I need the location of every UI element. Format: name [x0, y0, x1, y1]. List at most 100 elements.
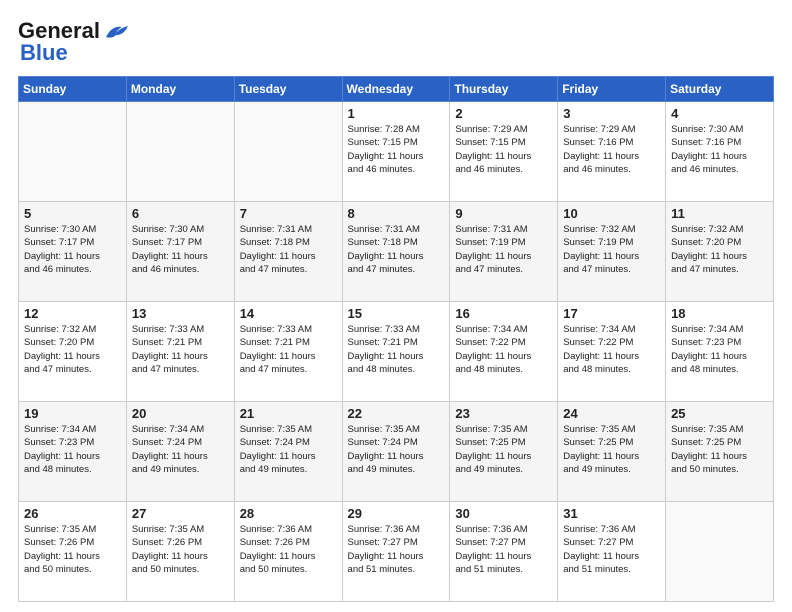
day-number: 30 [455, 506, 552, 521]
calendar-row-4: 26Sunrise: 7:35 AM Sunset: 7:26 PM Dayli… [19, 502, 774, 602]
day-info: Sunrise: 7:32 AM Sunset: 7:20 PM Dayligh… [24, 323, 121, 376]
day-info: Sunrise: 7:30 AM Sunset: 7:17 PM Dayligh… [132, 223, 229, 276]
day-info: Sunrise: 7:36 AM Sunset: 7:27 PM Dayligh… [348, 523, 445, 576]
day-info: Sunrise: 7:30 AM Sunset: 7:16 PM Dayligh… [671, 123, 768, 176]
day-number: 2 [455, 106, 552, 121]
calendar-cell: 9 Sunrise: 7:31 AM Sunset: 7:19 PM Daylig… [450, 202, 558, 302]
day-number: 25 [671, 406, 768, 421]
calendar-cell: 16 Sunrise: 7:34 AM Sunset: 7:22 PM Dayli… [450, 302, 558, 402]
calendar-cell: 28 Sunrise: 7:36 AM Sunset: 7:26 PM Dayli… [234, 502, 342, 602]
day-number: 8 [348, 206, 445, 221]
calendar-cell: 29 Sunrise: 7:36 AM Sunset: 7:27 PM Dayli… [342, 502, 450, 602]
calendar-cell: 17 Sunrise: 7:34 AM Sunset: 7:22 PM Dayli… [558, 302, 666, 402]
calendar-cell: 20 Sunrise: 7:34 AM Sunset: 7:24 PM Dayli… [126, 402, 234, 502]
day-info: Sunrise: 7:29 AM Sunset: 7:15 PM Dayligh… [455, 123, 552, 176]
day-number: 15 [348, 306, 445, 321]
weekday-header-friday: Friday [558, 77, 666, 102]
calendar-cell: 4 Sunrise: 7:30 AM Sunset: 7:16 PM Daylig… [666, 102, 774, 202]
day-info: Sunrise: 7:33 AM Sunset: 7:21 PM Dayligh… [348, 323, 445, 376]
day-info: Sunrise: 7:31 AM Sunset: 7:18 PM Dayligh… [348, 223, 445, 276]
day-info: Sunrise: 7:34 AM Sunset: 7:24 PM Dayligh… [132, 423, 229, 476]
calendar-cell: 7 Sunrise: 7:31 AM Sunset: 7:18 PM Daylig… [234, 202, 342, 302]
day-number: 7 [240, 206, 337, 221]
day-number: 13 [132, 306, 229, 321]
calendar-cell [666, 502, 774, 602]
calendar-cell: 3 Sunrise: 7:29 AM Sunset: 7:16 PM Daylig… [558, 102, 666, 202]
calendar-cell: 1 Sunrise: 7:28 AM Sunset: 7:15 PM Daylig… [342, 102, 450, 202]
day-number: 31 [563, 506, 660, 521]
calendar-cell: 18Sunrise: 7:34 AM Sunset: 7:23 PM Dayli… [666, 302, 774, 402]
calendar-cell: 2 Sunrise: 7:29 AM Sunset: 7:15 PM Daylig… [450, 102, 558, 202]
day-info: Sunrise: 7:36 AM Sunset: 7:27 PM Dayligh… [563, 523, 660, 576]
calendar-cell: 26Sunrise: 7:35 AM Sunset: 7:26 PM Dayli… [19, 502, 127, 602]
calendar-cell [234, 102, 342, 202]
calendar-cell: 5Sunrise: 7:30 AM Sunset: 7:17 PM Daylig… [19, 202, 127, 302]
calendar-cell: 8 Sunrise: 7:31 AM Sunset: 7:18 PM Daylig… [342, 202, 450, 302]
calendar-cell: 13 Sunrise: 7:33 AM Sunset: 7:21 PM Dayli… [126, 302, 234, 402]
calendar-cell: 27Sunrise: 7:35 AM Sunset: 7:26 PM Dayli… [126, 502, 234, 602]
calendar-cell: 6Sunrise: 7:30 AM Sunset: 7:17 PM Daylig… [126, 202, 234, 302]
weekday-header-thursday: Thursday [450, 77, 558, 102]
calendar-cell: 24Sunrise: 7:35 AM Sunset: 7:25 PM Dayli… [558, 402, 666, 502]
calendar-cell [19, 102, 127, 202]
calendar-cell: 15 Sunrise: 7:33 AM Sunset: 7:21 PM Dayli… [342, 302, 450, 402]
day-info: Sunrise: 7:35 AM Sunset: 7:26 PM Dayligh… [24, 523, 121, 576]
calendar-cell: 25 Sunrise: 7:35 AM Sunset: 7:25 PM Dayli… [666, 402, 774, 502]
day-info: Sunrise: 7:28 AM Sunset: 7:15 PM Dayligh… [348, 123, 445, 176]
weekday-header-tuesday: Tuesday [234, 77, 342, 102]
day-number: 10 [563, 206, 660, 221]
calendar-row-0: 1 Sunrise: 7:28 AM Sunset: 7:15 PM Daylig… [19, 102, 774, 202]
day-number: 20 [132, 406, 229, 421]
day-info: Sunrise: 7:35 AM Sunset: 7:24 PM Dayligh… [240, 423, 337, 476]
day-info: Sunrise: 7:31 AM Sunset: 7:19 PM Dayligh… [455, 223, 552, 276]
day-number: 11 [671, 206, 768, 221]
day-info: Sunrise: 7:34 AM Sunset: 7:23 PM Dayligh… [24, 423, 121, 476]
calendar-cell: 14Sunrise: 7:33 AM Sunset: 7:21 PM Dayli… [234, 302, 342, 402]
day-info: Sunrise: 7:32 AM Sunset: 7:19 PM Dayligh… [563, 223, 660, 276]
day-info: Sunrise: 7:35 AM Sunset: 7:25 PM Dayligh… [671, 423, 768, 476]
calendar-row-1: 5 Sunrise: 7:30 AM Sunset: 7:17 PM Daylig… [19, 202, 774, 302]
calendar-cell: 10 Sunrise: 7:32 AM Sunset: 7:19 PM Dayli… [558, 202, 666, 302]
weekday-header-wednesday: Wednesday [342, 77, 450, 102]
day-number: 4 [671, 106, 768, 121]
calendar-body: 1 Sunrise: 7:28 AM Sunset: 7:15 PM Daylig… [19, 102, 774, 602]
calendar-cell: 12 Sunrise: 7:32 AM Sunset: 7:20 PM Dayli… [19, 302, 127, 402]
day-info: Sunrise: 7:31 AM Sunset: 7:18 PM Dayligh… [240, 223, 337, 276]
day-number: 5 [24, 206, 121, 221]
day-number: 3 [563, 106, 660, 121]
weekday-header-sunday: Sunday [19, 77, 127, 102]
day-number: 14 [240, 306, 337, 321]
page: General Blue SundayMondayTuesdayWednesda… [0, 0, 792, 612]
logo: General Blue [18, 18, 130, 66]
day-info: Sunrise: 7:29 AM Sunset: 7:16 PM Dayligh… [563, 123, 660, 176]
day-info: Sunrise: 7:35 AM Sunset: 7:25 PM Dayligh… [455, 423, 552, 476]
day-number: 23 [455, 406, 552, 421]
day-number: 24 [563, 406, 660, 421]
day-info: Sunrise: 7:35 AM Sunset: 7:24 PM Dayligh… [348, 423, 445, 476]
day-number: 12 [24, 306, 121, 321]
day-number: 18 [671, 306, 768, 321]
day-number: 22 [348, 406, 445, 421]
day-info: Sunrise: 7:34 AM Sunset: 7:22 PM Dayligh… [455, 323, 552, 376]
day-number: 28 [240, 506, 337, 521]
calendar-cell: 23 Sunrise: 7:35 AM Sunset: 7:25 PM Dayli… [450, 402, 558, 502]
day-number: 17 [563, 306, 660, 321]
day-number: 9 [455, 206, 552, 221]
calendar-cell: 22 Sunrise: 7:35 AM Sunset: 7:24 PM Dayli… [342, 402, 450, 502]
day-info: Sunrise: 7:32 AM Sunset: 7:20 PM Dayligh… [671, 223, 768, 276]
header: General Blue [18, 18, 774, 66]
calendar-cell: 19 Sunrise: 7:34 AM Sunset: 7:23 PM Dayli… [19, 402, 127, 502]
calendar-header-row: SundayMondayTuesdayWednesdayThursdayFrid… [19, 77, 774, 102]
day-number: 29 [348, 506, 445, 521]
day-info: Sunrise: 7:36 AM Sunset: 7:26 PM Dayligh… [240, 523, 337, 576]
calendar-cell [126, 102, 234, 202]
calendar-cell: 30 Sunrise: 7:36 AM Sunset: 7:27 PM Dayli… [450, 502, 558, 602]
day-info: Sunrise: 7:36 AM Sunset: 7:27 PM Dayligh… [455, 523, 552, 576]
day-number: 1 [348, 106, 445, 121]
calendar-cell: 11 Sunrise: 7:32 AM Sunset: 7:20 PM Dayli… [666, 202, 774, 302]
day-number: 19 [24, 406, 121, 421]
day-info: Sunrise: 7:33 AM Sunset: 7:21 PM Dayligh… [132, 323, 229, 376]
calendar-row-3: 19 Sunrise: 7:34 AM Sunset: 7:23 PM Dayli… [19, 402, 774, 502]
day-number: 16 [455, 306, 552, 321]
day-info: Sunrise: 7:34 AM Sunset: 7:22 PM Dayligh… [563, 323, 660, 376]
